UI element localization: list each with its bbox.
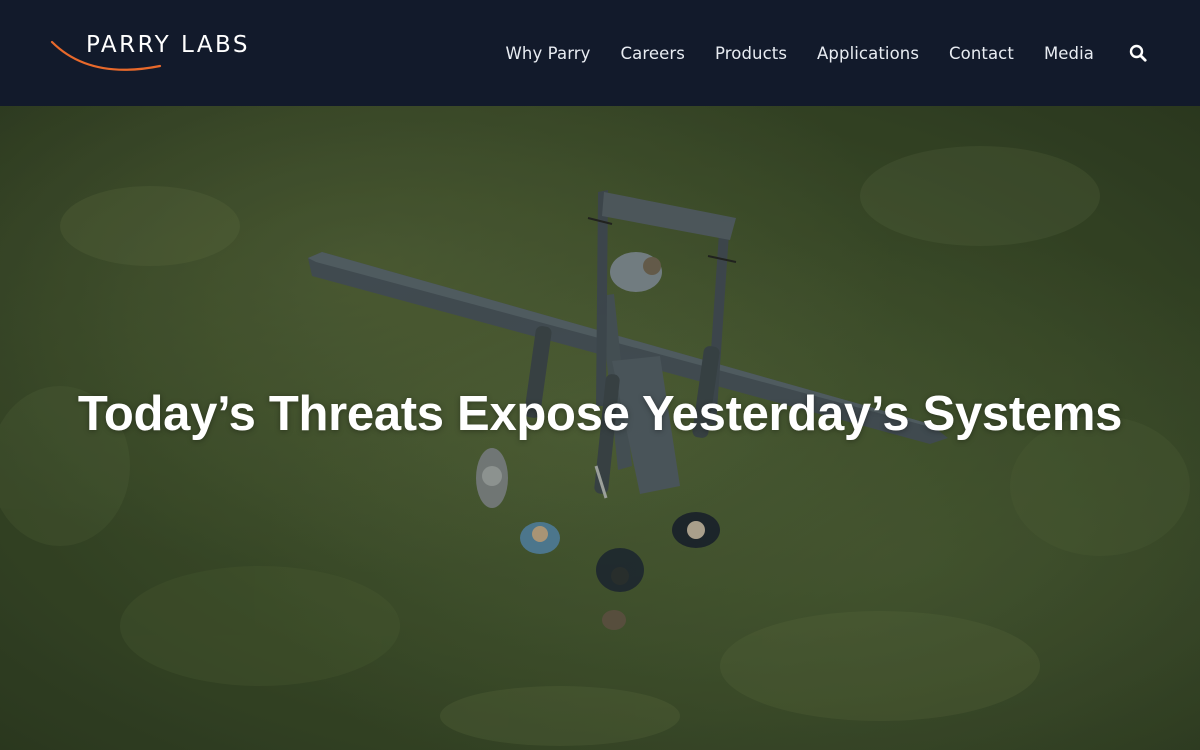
hero-title: Today’s Threats Expose Yesterday’s Syste… (77, 387, 1123, 441)
logo-text: PARRY LABS (86, 32, 251, 58)
main-nav: Why Parry Careers Products Applications … (506, 40, 1149, 66)
search-icon (1129, 44, 1147, 62)
site-header: PARRY LABS Why Parry Careers Products Ap… (0, 0, 1200, 106)
search-button[interactable] (1128, 43, 1148, 63)
nav-item-applications[interactable]: Applications (817, 44, 919, 63)
hero-section: Today’s Threats Expose Yesterday’s Syste… (0, 106, 1200, 750)
logo[interactable]: PARRY LABS (50, 28, 265, 78)
nav-item-why-parry[interactable]: Why Parry (506, 44, 591, 63)
nav-item-careers[interactable]: Careers (621, 44, 685, 63)
nav-item-contact[interactable]: Contact (949, 44, 1014, 63)
nav-item-media[interactable]: Media (1044, 44, 1094, 63)
nav-item-products[interactable]: Products (715, 44, 787, 63)
